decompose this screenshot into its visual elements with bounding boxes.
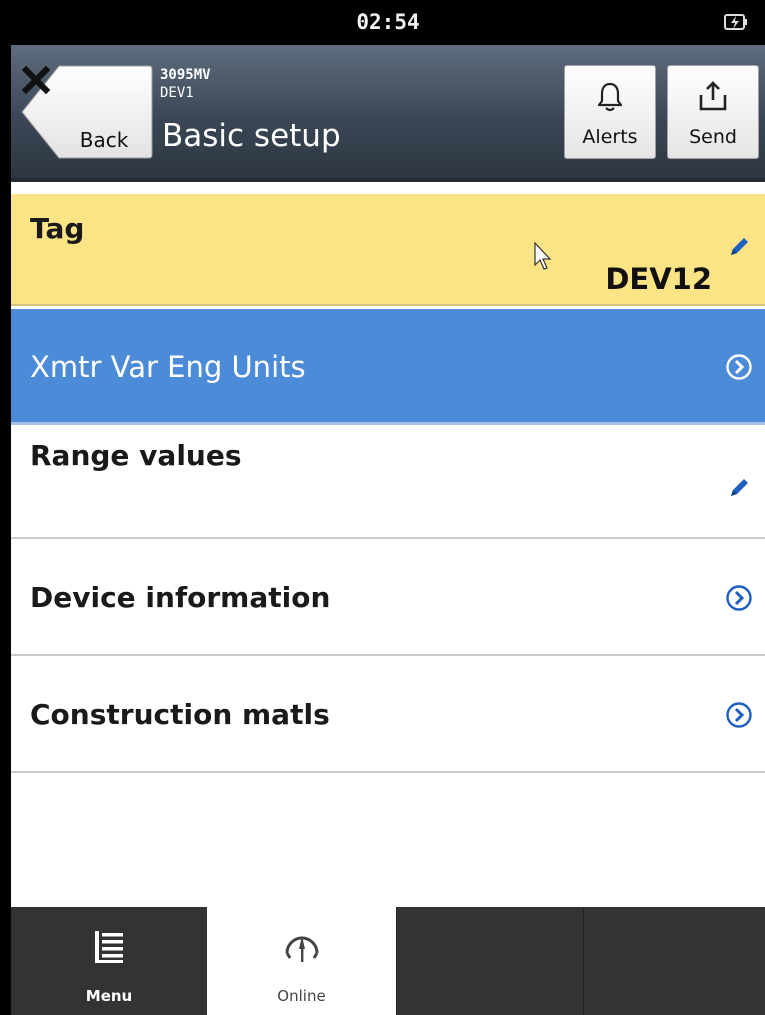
pencil-icon[interactable] xyxy=(728,236,750,258)
upload-icon xyxy=(699,81,727,111)
alerts-label: Alerts xyxy=(582,126,638,148)
tab-online-label: Online xyxy=(277,987,326,1005)
tab-online[interactable]: Online xyxy=(207,907,396,1015)
tab-menu[interactable]: Menu xyxy=(11,907,207,1015)
device-frame-edge xyxy=(0,0,11,1015)
tag-value: DEV12 xyxy=(605,262,712,296)
menu-item-label: Range values xyxy=(30,439,242,472)
device-model: 3095MV xyxy=(160,67,211,83)
menu-item-label: Construction matls xyxy=(30,698,330,731)
chevron-right-circle-icon xyxy=(726,354,752,380)
menu-item-range-values[interactable]: Range values xyxy=(11,425,765,539)
menu-item-device-information[interactable]: Device information xyxy=(11,539,765,656)
menu-item-label: Device information xyxy=(30,581,331,614)
page-title: Basic setup xyxy=(162,118,341,154)
status-bar: 02:54 xyxy=(11,0,765,45)
chevron-right-circle-icon xyxy=(726,585,752,611)
online-gauge-icon xyxy=(285,936,318,962)
menu-item-construction-matls[interactable]: Construction matls xyxy=(11,656,765,773)
menu-item-xmtr-var-eng-units[interactable]: Xmtr Var Eng Units xyxy=(11,309,765,425)
menu-item-tag[interactable]: Tag DEV12 xyxy=(11,194,765,306)
send-label: Send xyxy=(689,126,737,148)
menu-list-icon xyxy=(95,931,123,963)
tab-empty[interactable] xyxy=(396,907,583,1015)
bell-icon xyxy=(597,82,623,112)
back-button[interactable]: Back xyxy=(21,65,153,159)
alerts-button[interactable]: Alerts xyxy=(564,65,656,159)
menu-item-label: Xmtr Var Eng Units xyxy=(30,350,306,384)
chevron-right-circle-icon xyxy=(726,702,752,728)
screen: 02:54 Back 3095MV DEV1 Basic setup Alert… xyxy=(11,0,765,1015)
bottom-tab-bar: Menu Online xyxy=(11,907,765,1015)
tab-empty[interactable] xyxy=(583,907,765,1015)
send-button[interactable]: Send xyxy=(667,65,759,159)
close-icon xyxy=(21,65,51,95)
app-header: Back 3095MV DEV1 Basic setup Alerts Send xyxy=(11,45,765,182)
menu-item-label: Tag xyxy=(30,212,85,245)
battery-charging-icon xyxy=(724,14,747,30)
mouse-cursor-icon xyxy=(534,242,552,270)
tab-menu-label: Menu xyxy=(85,987,133,1005)
status-time: 02:54 xyxy=(356,10,420,34)
pencil-icon[interactable] xyxy=(728,477,750,499)
back-label: Back xyxy=(79,128,129,152)
device-tag: DEV1 xyxy=(160,85,194,101)
